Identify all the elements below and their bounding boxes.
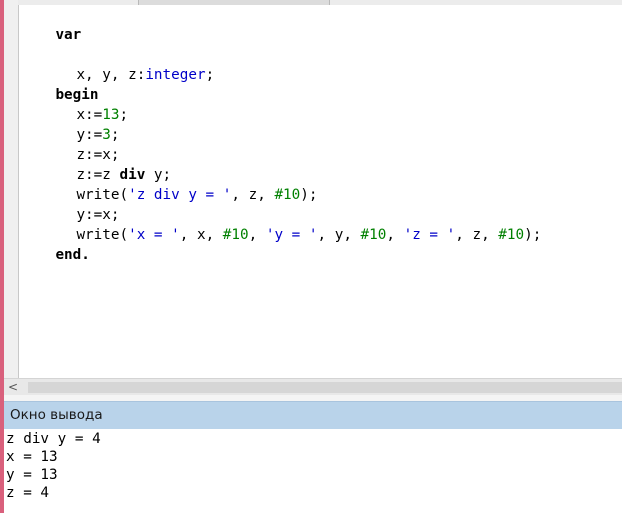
keyword-var: var [55,27,82,43]
code-line: z:=x; [42,125,119,163]
string-literal: 'x = ' [128,227,180,243]
output-line: y = 13 [6,467,58,483]
args: , z, [231,187,275,203]
code-line: x, y, z:integer; [42,45,214,83]
args: , [248,227,266,243]
char-literal: #10 [274,187,301,203]
code-line: y:=x; [42,185,119,223]
string-literal: 'z = ' [403,227,456,243]
code-line: z:=z div y; [42,145,171,183]
semicolon: ; [119,107,129,123]
editor-gutter [4,0,19,378]
semicolon: ; [205,67,215,83]
output-line: z div y = 4 [6,431,101,447]
char-literal: #10 [360,227,387,243]
code-line: write('z div y = ', z, #10); [42,165,317,203]
code-line: end. [21,225,89,263]
keyword-end: end. [55,247,90,263]
horizontal-scrollbar[interactable]: < [4,378,622,396]
output-panel[interactable]: z div y = 4 x = 13 y = 13 z = 4 [4,429,622,513]
args: , [386,227,404,243]
output-panel-title: Окно вывода [10,407,103,423]
output-panel-header: Окно вывода [4,401,622,430]
string-literal: 'y = ' [265,227,318,243]
char-literal: #10 [222,227,249,243]
code-line: x:=13; [42,85,128,123]
scrollbar-thumb[interactable] [28,382,622,393]
char-literal: #10 [498,227,525,243]
args: , y, [317,227,361,243]
code-line: y:=3; [42,105,119,143]
code-editor[interactable]: var x, y, z:integer; begin x:=13; y:=3; … [21,5,622,377]
output-line: z = 4 [6,485,50,501]
output-line: x = 13 [6,449,58,465]
string-literal: 'z div y = ' [128,187,232,203]
args: , x, [179,227,223,243]
code-line: var [21,5,81,43]
scroll-left-icon[interactable]: < [6,379,20,396]
args: , z, [455,227,499,243]
code-line: write('x = ', x, #10, 'y = ', y, #10, 'z… [42,205,541,243]
code-line: begin [21,65,98,103]
type-integer: integer [145,67,206,83]
call-end: ); [300,187,318,203]
call-end: ); [524,227,542,243]
